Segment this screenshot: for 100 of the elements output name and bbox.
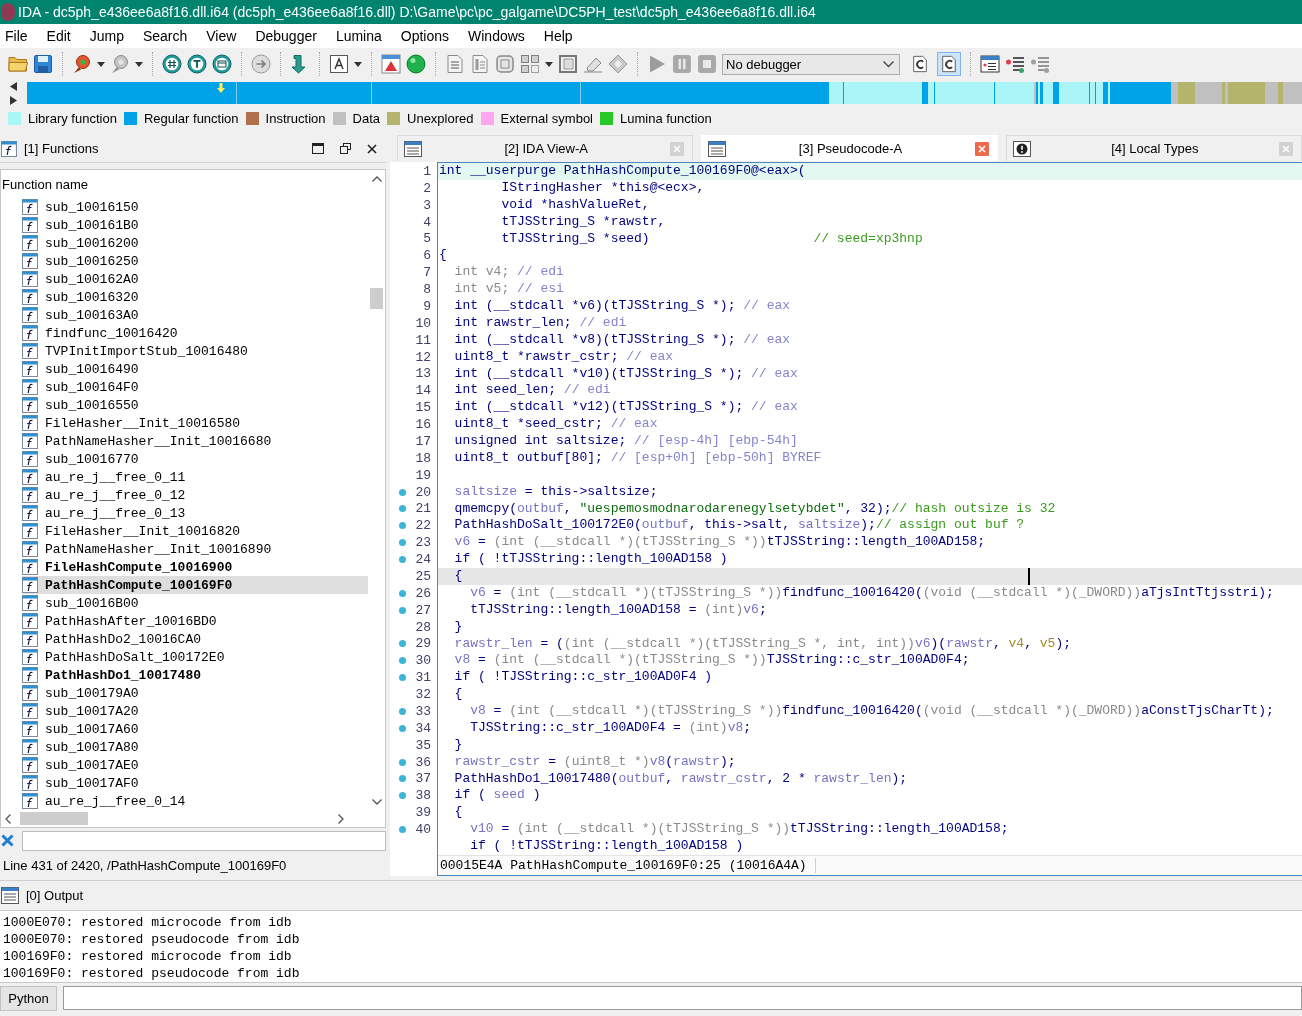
tab[interactable]: [3] Pseudocode-A	[701, 135, 998, 161]
menu-item[interactable]: File	[5, 28, 28, 44]
function-item[interactable]: au_re_j__free_0_12	[22, 486, 368, 504]
function-item[interactable]: PathHashDo1_10017480	[22, 666, 368, 684]
line-number: 26	[414, 585, 432, 601]
function-item[interactable]: PathHashCompute_100169F0	[22, 576, 368, 594]
alert-icon[interactable]	[1012, 140, 1031, 157]
triangle-box-icon[interactable]	[381, 54, 401, 74]
pin-icon[interactable]	[110, 54, 130, 74]
function-item[interactable]: sub_100164F0	[22, 378, 368, 396]
function-item[interactable]: sub_10016770	[22, 450, 368, 468]
list-window-icon[interactable]	[404, 140, 422, 157]
filter-field[interactable]	[22, 830, 386, 851]
debugger-select[interactable]: No debugger	[722, 53, 900, 75]
function-item[interactable]: sub_100163A0	[22, 306, 368, 324]
list-window-icon[interactable]	[708, 140, 727, 157]
ball-icon[interactable]	[406, 54, 426, 74]
command-field[interactable]	[63, 986, 1302, 1010]
caret-icon[interactable]	[97, 61, 105, 67]
function-item[interactable]: sub_10017A20	[22, 702, 368, 720]
line-number: 37	[414, 771, 432, 787]
list-window-icon	[1, 887, 19, 904]
box-circle-icon[interactable]	[212, 54, 232, 74]
list-icon[interactable]	[1005, 54, 1025, 74]
tab[interactable]: [2] IDA View-A	[397, 135, 694, 161]
function-item[interactable]: sub_10016250	[22, 252, 368, 270]
menu-item[interactable]: Search	[142, 28, 188, 44]
menu-item[interactable]: Lumina	[335, 28, 382, 44]
function-item[interactable]: au_re_j__free_0_11	[22, 468, 368, 486]
grid-icon[interactable]	[520, 54, 540, 74]
language-button[interactable]: Python	[0, 985, 57, 1011]
menu-item[interactable]: Options	[400, 28, 450, 44]
letter-t-circle-icon[interactable]	[187, 54, 207, 74]
function-item[interactable]: sub_10017A60	[22, 720, 368, 738]
menu-item[interactable]: Help	[543, 28, 573, 44]
function-item[interactable]: PathHashDo2_10016CA0	[22, 630, 368, 648]
code-line: tTJSString_S *rawstr,	[500, 213, 667, 231]
tab[interactable]: [4] Local Types	[1005, 135, 1302, 161]
function-item[interactable]: sub_10016200	[22, 234, 368, 252]
menu-item[interactable]: Windows	[468, 28, 525, 44]
function-icon	[22, 271, 38, 287]
line-number: 23	[414, 535, 432, 551]
maximize-icon[interactable]	[312, 143, 324, 154]
function-item[interactable]: FileHasher__Init_10016580	[22, 414, 368, 432]
code-line: uint8_t *rawstr_cstr; // eax	[453, 348, 675, 366]
right-arrow-icon[interactable]	[10, 95, 17, 105]
menu-item[interactable]: Jump	[89, 28, 124, 44]
menu-item[interactable]: Edit	[46, 28, 71, 44]
function-item[interactable]: sub_100161B0	[22, 216, 368, 234]
folder-icon[interactable]	[8, 54, 28, 74]
function-icon	[22, 361, 38, 377]
line-number: 18	[414, 450, 432, 466]
scrollbar-thumb[interactable]	[20, 812, 88, 825]
line-number: 38	[414, 788, 432, 804]
function-item[interactable]: PathHashDoSalt_100172E0	[22, 648, 368, 666]
rounded-square-icon[interactable]	[495, 54, 515, 74]
code-line: int (__stdcall *v10)(tTJSString_S *); // eax	[453, 365, 799, 383]
function-item[interactable]: sub_10017AE0	[22, 756, 368, 774]
function-item[interactable]: sub_10017A80	[22, 738, 368, 756]
function-item[interactable]: sub_10016150	[22, 198, 368, 216]
caret-icon[interactable]	[354, 61, 362, 67]
chevron-right-icon[interactable]	[338, 813, 344, 824]
restore-icon[interactable]	[340, 143, 351, 154]
letter-a-icon[interactable]	[329, 54, 349, 74]
menu-item[interactable]: Debugger	[255, 28, 317, 44]
chevron-down-icon[interactable]	[371, 799, 382, 805]
list-window-icon[interactable]	[980, 54, 1000, 74]
chevron-up-icon[interactable]	[371, 176, 382, 182]
function-item[interactable]: au_re_j__free_0_14	[22, 792, 368, 810]
frame-icon[interactable]	[558, 54, 578, 74]
function-item[interactable]: PathNameHasher__Init_10016890	[22, 540, 368, 558]
function-item[interactable]: sub_100162A0	[22, 270, 368, 288]
function-item[interactable]: FileHasher__Init_10016820	[22, 522, 368, 540]
clear-icon[interactable]	[1, 834, 14, 847]
close-icon[interactable]	[367, 143, 377, 154]
caret-icon[interactable]	[545, 61, 553, 67]
function-item[interactable]: au_re_j__free_0_13	[22, 504, 368, 522]
menu-item[interactable]: View	[206, 28, 237, 44]
left-arrow-icon[interactable]	[10, 81, 17, 91]
function-item[interactable]: PathNameHasher__Init_10016680	[22, 432, 368, 450]
code-line: uint8_t *seed_cstr; // eax	[453, 416, 659, 433]
function-item[interactable]: PathHashAfter_10016BD0	[22, 612, 368, 630]
function-item[interactable]: findfunc_10016420	[22, 324, 368, 342]
scrollbar-thumb[interactable]	[370, 288, 383, 309]
chevron-down-icon[interactable]	[883, 60, 894, 68]
function-item[interactable]: sub_10017AF0	[22, 774, 368, 792]
function-item[interactable]: sub_10016490	[22, 360, 368, 378]
function-item[interactable]: sub_100179A0	[22, 684, 368, 702]
function-item[interactable]: sub_10016320	[22, 288, 368, 306]
chevron-left-icon[interactable]	[5, 813, 11, 824]
function-item[interactable]: TVPInitImportStub_10016480	[22, 342, 368, 360]
pin-icon[interactable]	[72, 54, 92, 74]
function-icon	[22, 559, 38, 575]
function-item[interactable]: sub_10016550	[22, 396, 368, 414]
function-item[interactable]: FileHashCompute_10016900	[22, 558, 368, 576]
column-header[interactable]: Function name	[1, 170, 368, 198]
caret-icon[interactable]	[135, 61, 143, 67]
hash-circle-icon[interactable]	[162, 54, 182, 74]
arrow-circle-icon[interactable]	[251, 54, 271, 74]
function-item[interactable]: sub_10016B00	[22, 594, 368, 612]
